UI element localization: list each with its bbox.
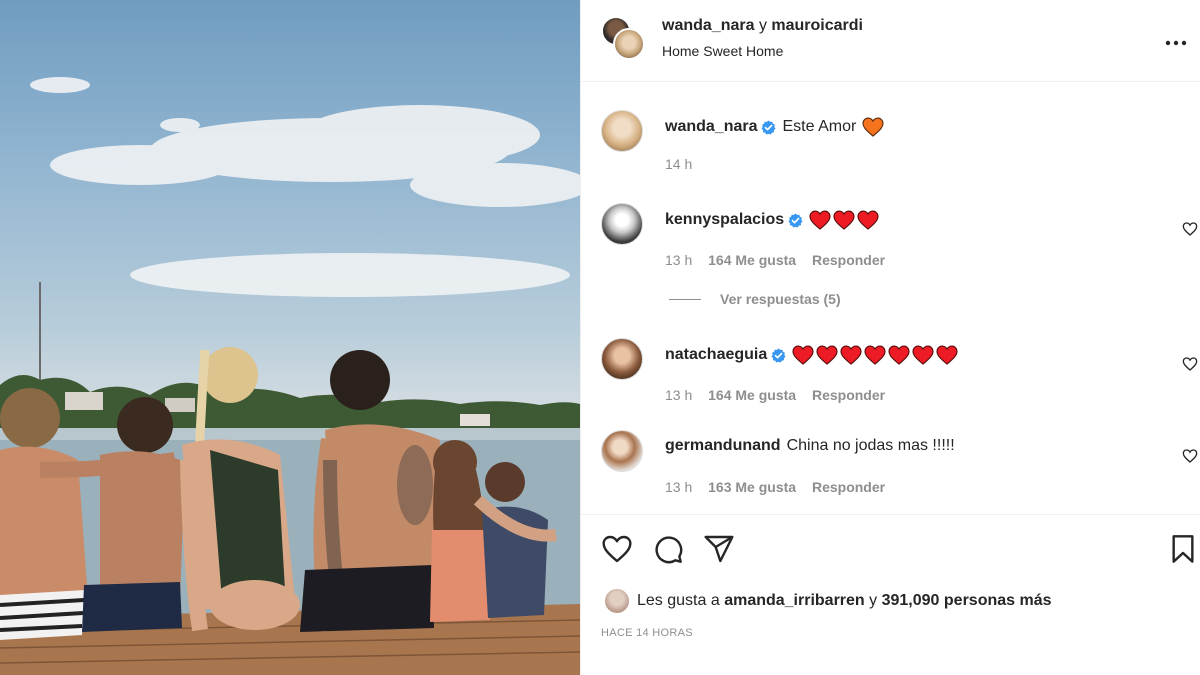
liker-avatar[interactable] [605, 589, 629, 613]
red-heart-emoji-icon [809, 210, 831, 230]
more-horizontal-icon[interactable] [1165, 28, 1187, 50]
like-heart-icon[interactable] [601, 533, 633, 565]
comment-username[interactable]: natachaeguia [665, 346, 767, 364]
post-side-panel: wanda_nara y mauroicardi Home Sweet Home… [580, 0, 1200, 675]
red-heart-emoji-icon [840, 345, 862, 365]
verified-badge-icon [788, 212, 803, 228]
likes-middle: y [869, 592, 878, 609]
red-heart-emoji-icon [936, 345, 958, 365]
caption-line: wanda_nara Este Amor [665, 117, 884, 137]
caption-username[interactable]: wanda_nara [665, 118, 757, 136]
post-header: wanda_nara y mauroicardi Home Sweet Home [581, 0, 1200, 82]
comment-text: China no jodas mas !!!!! [786, 437, 955, 454]
comment-bubble-icon[interactable] [652, 533, 684, 565]
post-actions: Les gusta a amanda_irribarren y 391,090 … [581, 514, 1200, 675]
author-link-2[interactable]: mauroicardi [771, 17, 863, 34]
comment-avatar[interactable] [601, 338, 643, 380]
caption-text: Este Amor [782, 118, 857, 135]
comment-meta: 13 h 163 Me gusta Responder [665, 479, 897, 495]
verified-badge-icon [771, 347, 786, 363]
comment-likes[interactable]: 164 Me gusta [708, 252, 796, 268]
comment-meta: 13 h 164 Me gusta Responder [665, 252, 897, 268]
post-timestamp[interactable]: HACE 14 HORAS [601, 627, 693, 639]
reply-button[interactable]: Responder [812, 387, 885, 403]
red-heart-emoji-icon [857, 210, 879, 230]
red-heart-emoji-icon [864, 345, 886, 365]
likes-summary: Les gusta a amanda_irribarren y 391,090 … [605, 589, 1052, 613]
reply-button[interactable]: Responder [812, 252, 885, 268]
author-avatar-wanda-nara[interactable] [613, 28, 645, 60]
likes-count[interactable]: 391,090 personas más [882, 592, 1052, 610]
comment-likes[interactable]: 163 Me gusta [708, 479, 796, 495]
author-link-1[interactable]: wanda_nara [662, 17, 754, 34]
comment-hearts [809, 210, 879, 230]
post-photo [0, 0, 580, 675]
comment-time[interactable]: 13 h [665, 479, 692, 495]
replies-divider [669, 298, 701, 300]
red-heart-emoji-icon [833, 210, 855, 230]
liker-username[interactable]: amanda_irribarren [724, 592, 865, 610]
caption-time: 14 h [665, 156, 704, 172]
post-photo-illustration [0, 77, 580, 675]
caption-timestamp[interactable]: 14 h [665, 156, 692, 172]
share-send-icon[interactable] [703, 533, 735, 565]
comment-avatar[interactable] [601, 430, 643, 472]
likes-prefix: Les gusta a [637, 592, 720, 609]
post-location[interactable]: Home Sweet Home [662, 43, 783, 59]
comment-hearts [792, 345, 958, 365]
verified-badge-icon [761, 119, 777, 135]
comment-meta: 13 h 164 Me gusta Responder [665, 387, 897, 403]
comment-username[interactable]: kennyspalacios [665, 211, 784, 229]
comment-avatar[interactable] [601, 203, 643, 245]
red-heart-emoji-icon [792, 345, 814, 365]
comment-time[interactable]: 13 h [665, 387, 692, 403]
red-heart-emoji-icon [888, 345, 910, 365]
orange-heart-icon [862, 117, 884, 137]
comment-like-heart-icon[interactable] [1182, 221, 1198, 237]
comment-line: kennyspalacios [665, 210, 879, 230]
comment-like-heart-icon[interactable] [1182, 448, 1198, 464]
caption-avatar[interactable] [601, 110, 643, 152]
view-replies-button[interactable]: Ver respuestas (5) [669, 291, 841, 307]
bookmark-icon[interactable] [1167, 533, 1199, 565]
reply-button[interactable]: Responder [812, 479, 885, 495]
comment-likes[interactable]: 164 Me gusta [708, 387, 796, 403]
comment-username[interactable]: germandunand [665, 437, 781, 455]
post-authors: wanda_nara y mauroicardi [662, 17, 863, 35]
author-conjunction: y [758, 17, 767, 34]
comment-line: natachaeguia [665, 345, 958, 365]
red-heart-emoji-icon [816, 345, 838, 365]
red-heart-emoji-icon [912, 345, 934, 365]
comment-time[interactable]: 13 h [665, 252, 692, 268]
comment-line: germandunand China no jodas mas !!!!! [665, 437, 955, 455]
view-replies-label: Ver respuestas (5) [720, 291, 841, 307]
comment-like-heart-icon[interactable] [1182, 356, 1198, 372]
